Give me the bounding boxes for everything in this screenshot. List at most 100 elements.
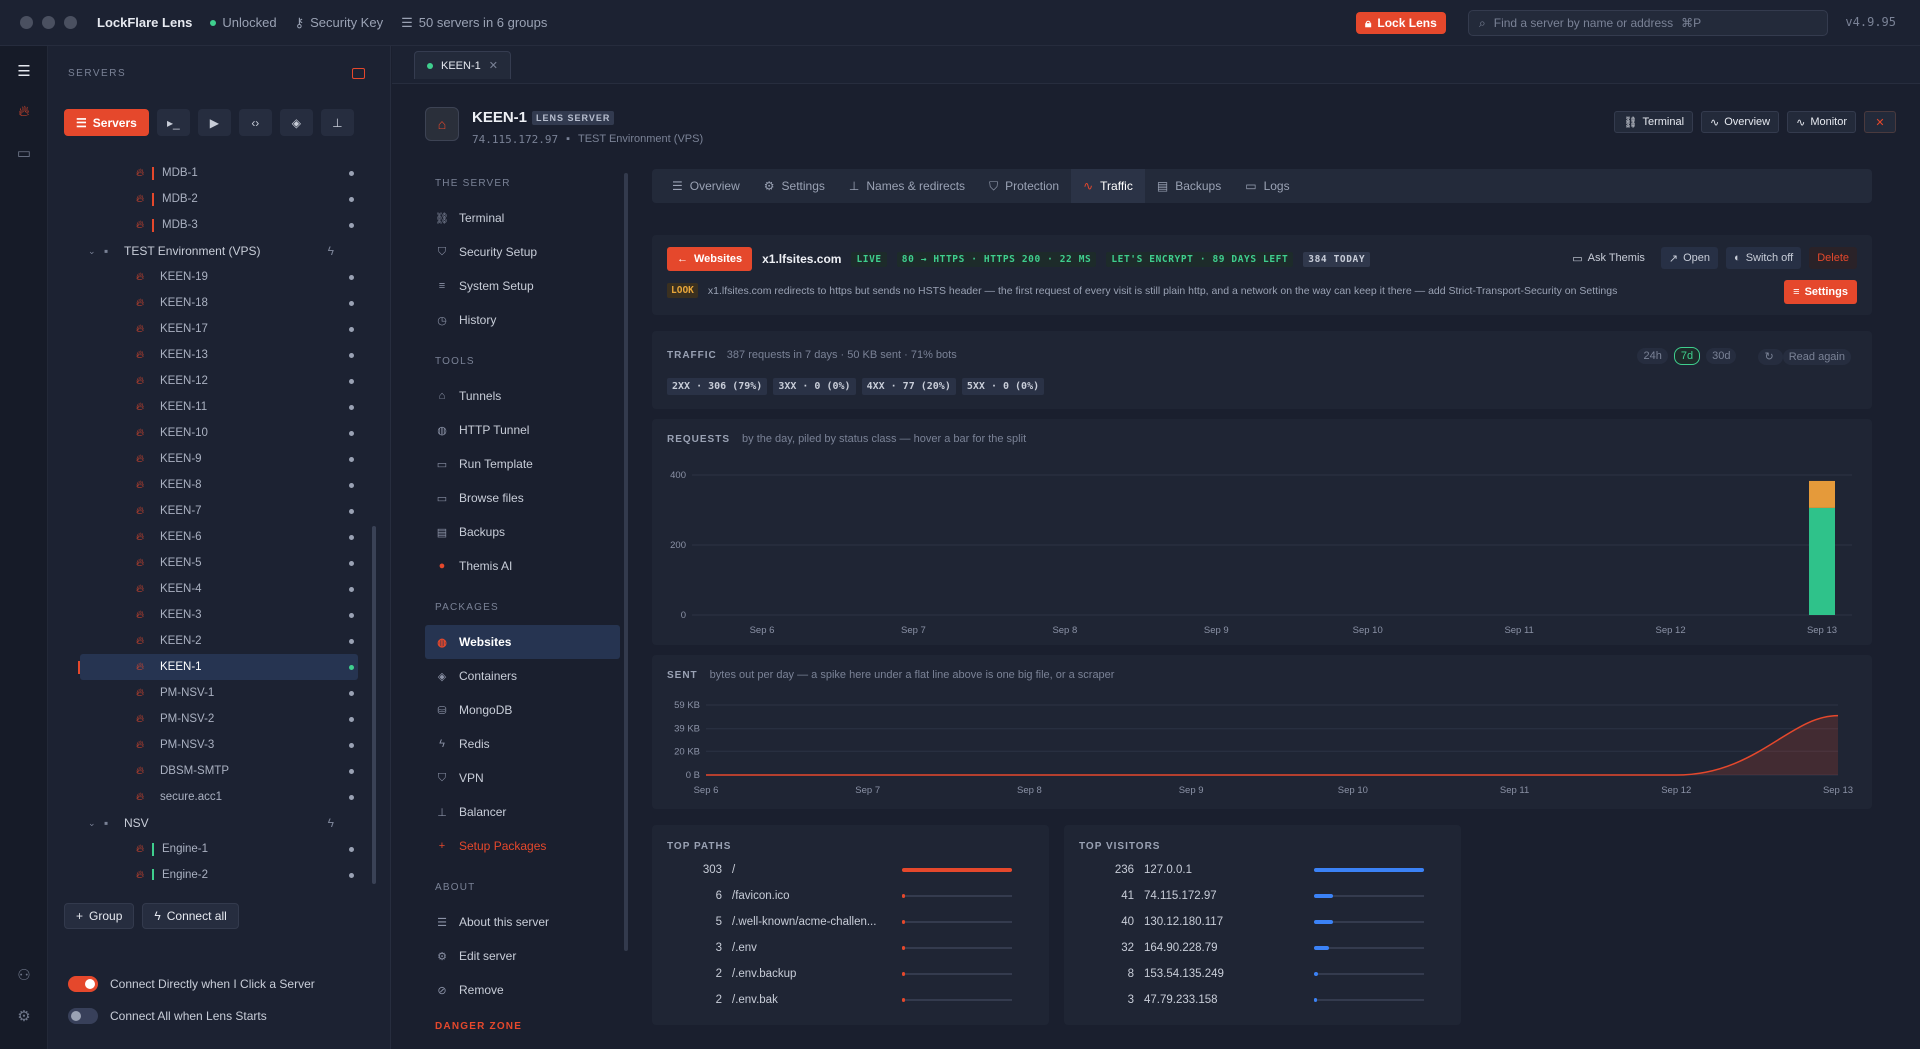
server-item[interactable]: 🔥︎ KEEN-4 <box>80 576 358 602</box>
nav-setup-packages[interactable]: + Setup Packages <box>425 829 620 863</box>
server-item[interactable]: 🔥︎ KEEN-17 <box>80 316 358 342</box>
sidebar-scrollbar[interactable] <box>372 526 376 884</box>
nav-containers[interactable]: ◈ Containers <box>425 659 620 693</box>
add-group-button[interactable]: + Group <box>64 903 135 929</box>
bolt-icon[interactable]: ϟ <box>328 244 334 258</box>
search-input[interactable]: ⌕ Find a server by name or address ⌘P <box>1468 10 1828 36</box>
server-item[interactable]: 🔥︎ KEEN-2 <box>80 628 358 654</box>
nav-remove[interactable]: ⊘ Remove <box>425 973 620 1007</box>
server-item[interactable]: 🔥︎ MDB-1 <box>80 160 358 186</box>
nav-balancer[interactable]: ⊥ Balancer <box>425 795 620 829</box>
list-item[interactable]: 6/favicon.ico <box>652 883 1049 909</box>
server-item[interactable]: 🔥︎ Engine-2 <box>80 862 358 880</box>
window-close-icon[interactable] <box>20 16 33 29</box>
back-to-websites-button[interactable]: ← Websites <box>667 247 753 271</box>
list-item[interactable]: 41 74.115.172.97 <box>1064 883 1461 909</box>
server-item[interactable]: 🔥︎ KEEN-19 <box>80 264 358 290</box>
server-item[interactable]: 🔥︎ secure.acc1 <box>80 784 358 810</box>
server-item[interactable]: 🔥︎ KEEN-3 <box>80 602 358 628</box>
server-item[interactable]: 🔥︎ KEEN-11 <box>80 394 358 420</box>
chevron-down-icon[interactable]: ⌄ <box>88 818 104 829</box>
range-7d[interactable]: 7d <box>1673 347 1701 365</box>
list-item[interactable]: 2 /.env.bak <box>652 987 1049 1013</box>
range-30d[interactable]: 30d <box>1706 348 1737 364</box>
nav-tunnels[interactable]: ⌂ Tunnels <box>425 379 620 413</box>
servers-rail-icon[interactable]: ☰ <box>14 62 34 82</box>
network-tool-button[interactable]: ⊥ <box>320 109 354 136</box>
nav-vpn[interactable]: ⛉ VPN <box>425 761 620 795</box>
terminal-button[interactable]: ⛓︎ Terminal <box>1614 111 1694 133</box>
nav-scrollbar[interactable] <box>624 173 628 951</box>
server-item[interactable]: 🔥︎ KEEN-12 <box>80 368 358 394</box>
toggle-connect-direct[interactable]: Connect Directly when I Click a Server <box>68 968 315 1000</box>
nav-websites[interactable]: ◍ Websites <box>425 625 620 659</box>
switch-off-button[interactable]: ◐ Switch off <box>1726 247 1802 269</box>
sidebar-collapse-icon[interactable] <box>352 68 365 79</box>
subtab-logs[interactable]: ▭ Logs <box>1233 169 1301 203</box>
package-tool-button[interactable]: ◈ <box>279 109 313 136</box>
subtab-protection[interactable]: ⛉ Protection <box>977 169 1071 203</box>
server-item[interactable]: 🔥︎ PM-NSV-3 <box>80 732 358 758</box>
nav-system-setup[interactable]: ≡ System Setup <box>425 269 620 303</box>
server-item[interactable]: 🔥︎ KEEN-9 <box>80 446 358 472</box>
server-item[interactable]: 🔥︎ KEEN-7 <box>80 498 358 524</box>
tab-close-icon[interactable]: ✕ <box>489 59 498 72</box>
list-item[interactable]: 3 /.env <box>652 935 1049 961</box>
code-tool-button[interactable]: ‹› <box>238 109 272 136</box>
toggle-connect-on-start[interactable]: Connect All when Lens Starts <box>68 1000 315 1032</box>
server-item[interactable]: 🔥︎ PM-NSV-2 <box>80 706 358 732</box>
window-minimize-icon[interactable] <box>42 16 55 29</box>
nav-redis[interactable]: ϟ Redis <box>425 727 620 761</box>
nav-http-tunnel[interactable]: ◍ HTTP Tunnel <box>425 413 620 447</box>
requests-chart[interactable]: 400 200 0 Sep 6 Sep 7 Sep 8 Sep 9 Sep 10 Sep 11 S… <box>652 419 1872 645</box>
range-24h[interactable]: 24h <box>1637 348 1668 364</box>
window-maximize-icon[interactable] <box>64 16 77 29</box>
nav-security-setup[interactable]: ⛉ Security Setup <box>425 235 620 269</box>
delete-site-button[interactable]: Delete <box>1809 247 1857 269</box>
server-item[interactable]: 🔥︎ MDB-2 <box>80 186 358 212</box>
list-item[interactable]: 2 /.env.backup <box>652 961 1049 987</box>
server-item[interactable]: 🔥︎ DBSM-SMTP <box>80 758 358 784</box>
server-item[interactable]: 🔥︎ KEEN-10 <box>80 420 358 446</box>
server-item[interactable]: 🔥︎ KEEN-18 <box>80 290 358 316</box>
server-item[interactable]: 🔥︎ MDB-3 <box>80 212 358 238</box>
servers-button[interactable]: ☰ Servers <box>64 109 149 136</box>
subtab-overview[interactable]: ☰ Overview <box>660 169 752 203</box>
sent-chart[interactable]: 59 KB 39 KB 20 KB 0 B Sep 6 Sep 7 Sep 8 Sep 9 Se… <box>652 655 1872 809</box>
subtab-backups[interactable]: ▤ Backups <box>1145 169 1233 203</box>
site-settings-button[interactable]: ≡ Settings <box>1784 280 1857 304</box>
nav-edit-server[interactable]: ⚙ Edit server <box>425 939 620 973</box>
tab-keen-1[interactable]: KEEN-1 ✕ <box>414 51 511 79</box>
nav-history[interactable]: ◷ History <box>425 303 620 337</box>
flame-rail-icon[interactable]: 🔥︎ <box>14 103 34 123</box>
chevron-down-icon[interactable]: ⌄ <box>88 246 104 257</box>
server-item[interactable]: 🔥︎ Engine-1 <box>80 836 358 862</box>
nav-themis-ai[interactable]: ● Themis AI <box>425 549 620 583</box>
server-item[interactable]: 🔥︎ PM-NSV-1 <box>80 680 358 706</box>
overview-button[interactable]: ∿ Overview <box>1701 111 1780 133</box>
bolt-icon[interactable]: ϟ <box>328 816 334 830</box>
play-tool-button[interactable]: ▶ <box>197 109 231 136</box>
server-group[interactable]: ⌄ ▪ NSV ϟ <box>88 811 358 835</box>
connect-on-start-switch[interactable] <box>68 1008 98 1024</box>
users-rail-icon[interactable]: ⚇ <box>14 966 34 986</box>
subtab-names-redirects[interactable]: ⊥ Names & redirects <box>837 169 977 203</box>
list-item[interactable]: 303 / <box>652 857 1049 883</box>
ask-themis-button[interactable]: ▭ Ask Themis <box>1564 247 1653 269</box>
nav-run-template[interactable]: ▭ Run Template <box>425 447 620 481</box>
server-item[interactable]: 🔥︎ KEEN-6 <box>80 524 358 550</box>
server-item[interactable]: 🔥︎ KEEN-5 <box>80 550 358 576</box>
nav-backups[interactable]: ▤ Backups <box>425 515 620 549</box>
nav-browse-files[interactable]: ▭ Browse files <box>425 481 620 515</box>
monitor-button[interactable]: ∿ Monitor <box>1787 111 1856 133</box>
server-group[interactable]: ⌄ ▪ TEST Environment (VPS) ϟ <box>88 239 358 263</box>
terminal-tool-button[interactable]: ▸_ <box>156 109 190 136</box>
gear-rail-icon[interactable]: ⚙ <box>14 1007 34 1027</box>
nav-mongodb[interactable]: ⛁ MongoDB <box>425 693 620 727</box>
list-item[interactable]: 8 153.54.135.249 <box>1064 961 1461 987</box>
subtab-traffic[interactable]: ∿ Traffic <box>1071 169 1145 203</box>
list-item[interactable]: 5 /.well-known/acme-challen... <box>652 909 1049 935</box>
folder-rail-icon[interactable]: ▭ <box>14 144 34 164</box>
connect-all-button[interactable]: ϟ Connect all <box>142 903 239 929</box>
nav-terminal[interactable]: ⛓︎ Terminal <box>425 201 620 235</box>
